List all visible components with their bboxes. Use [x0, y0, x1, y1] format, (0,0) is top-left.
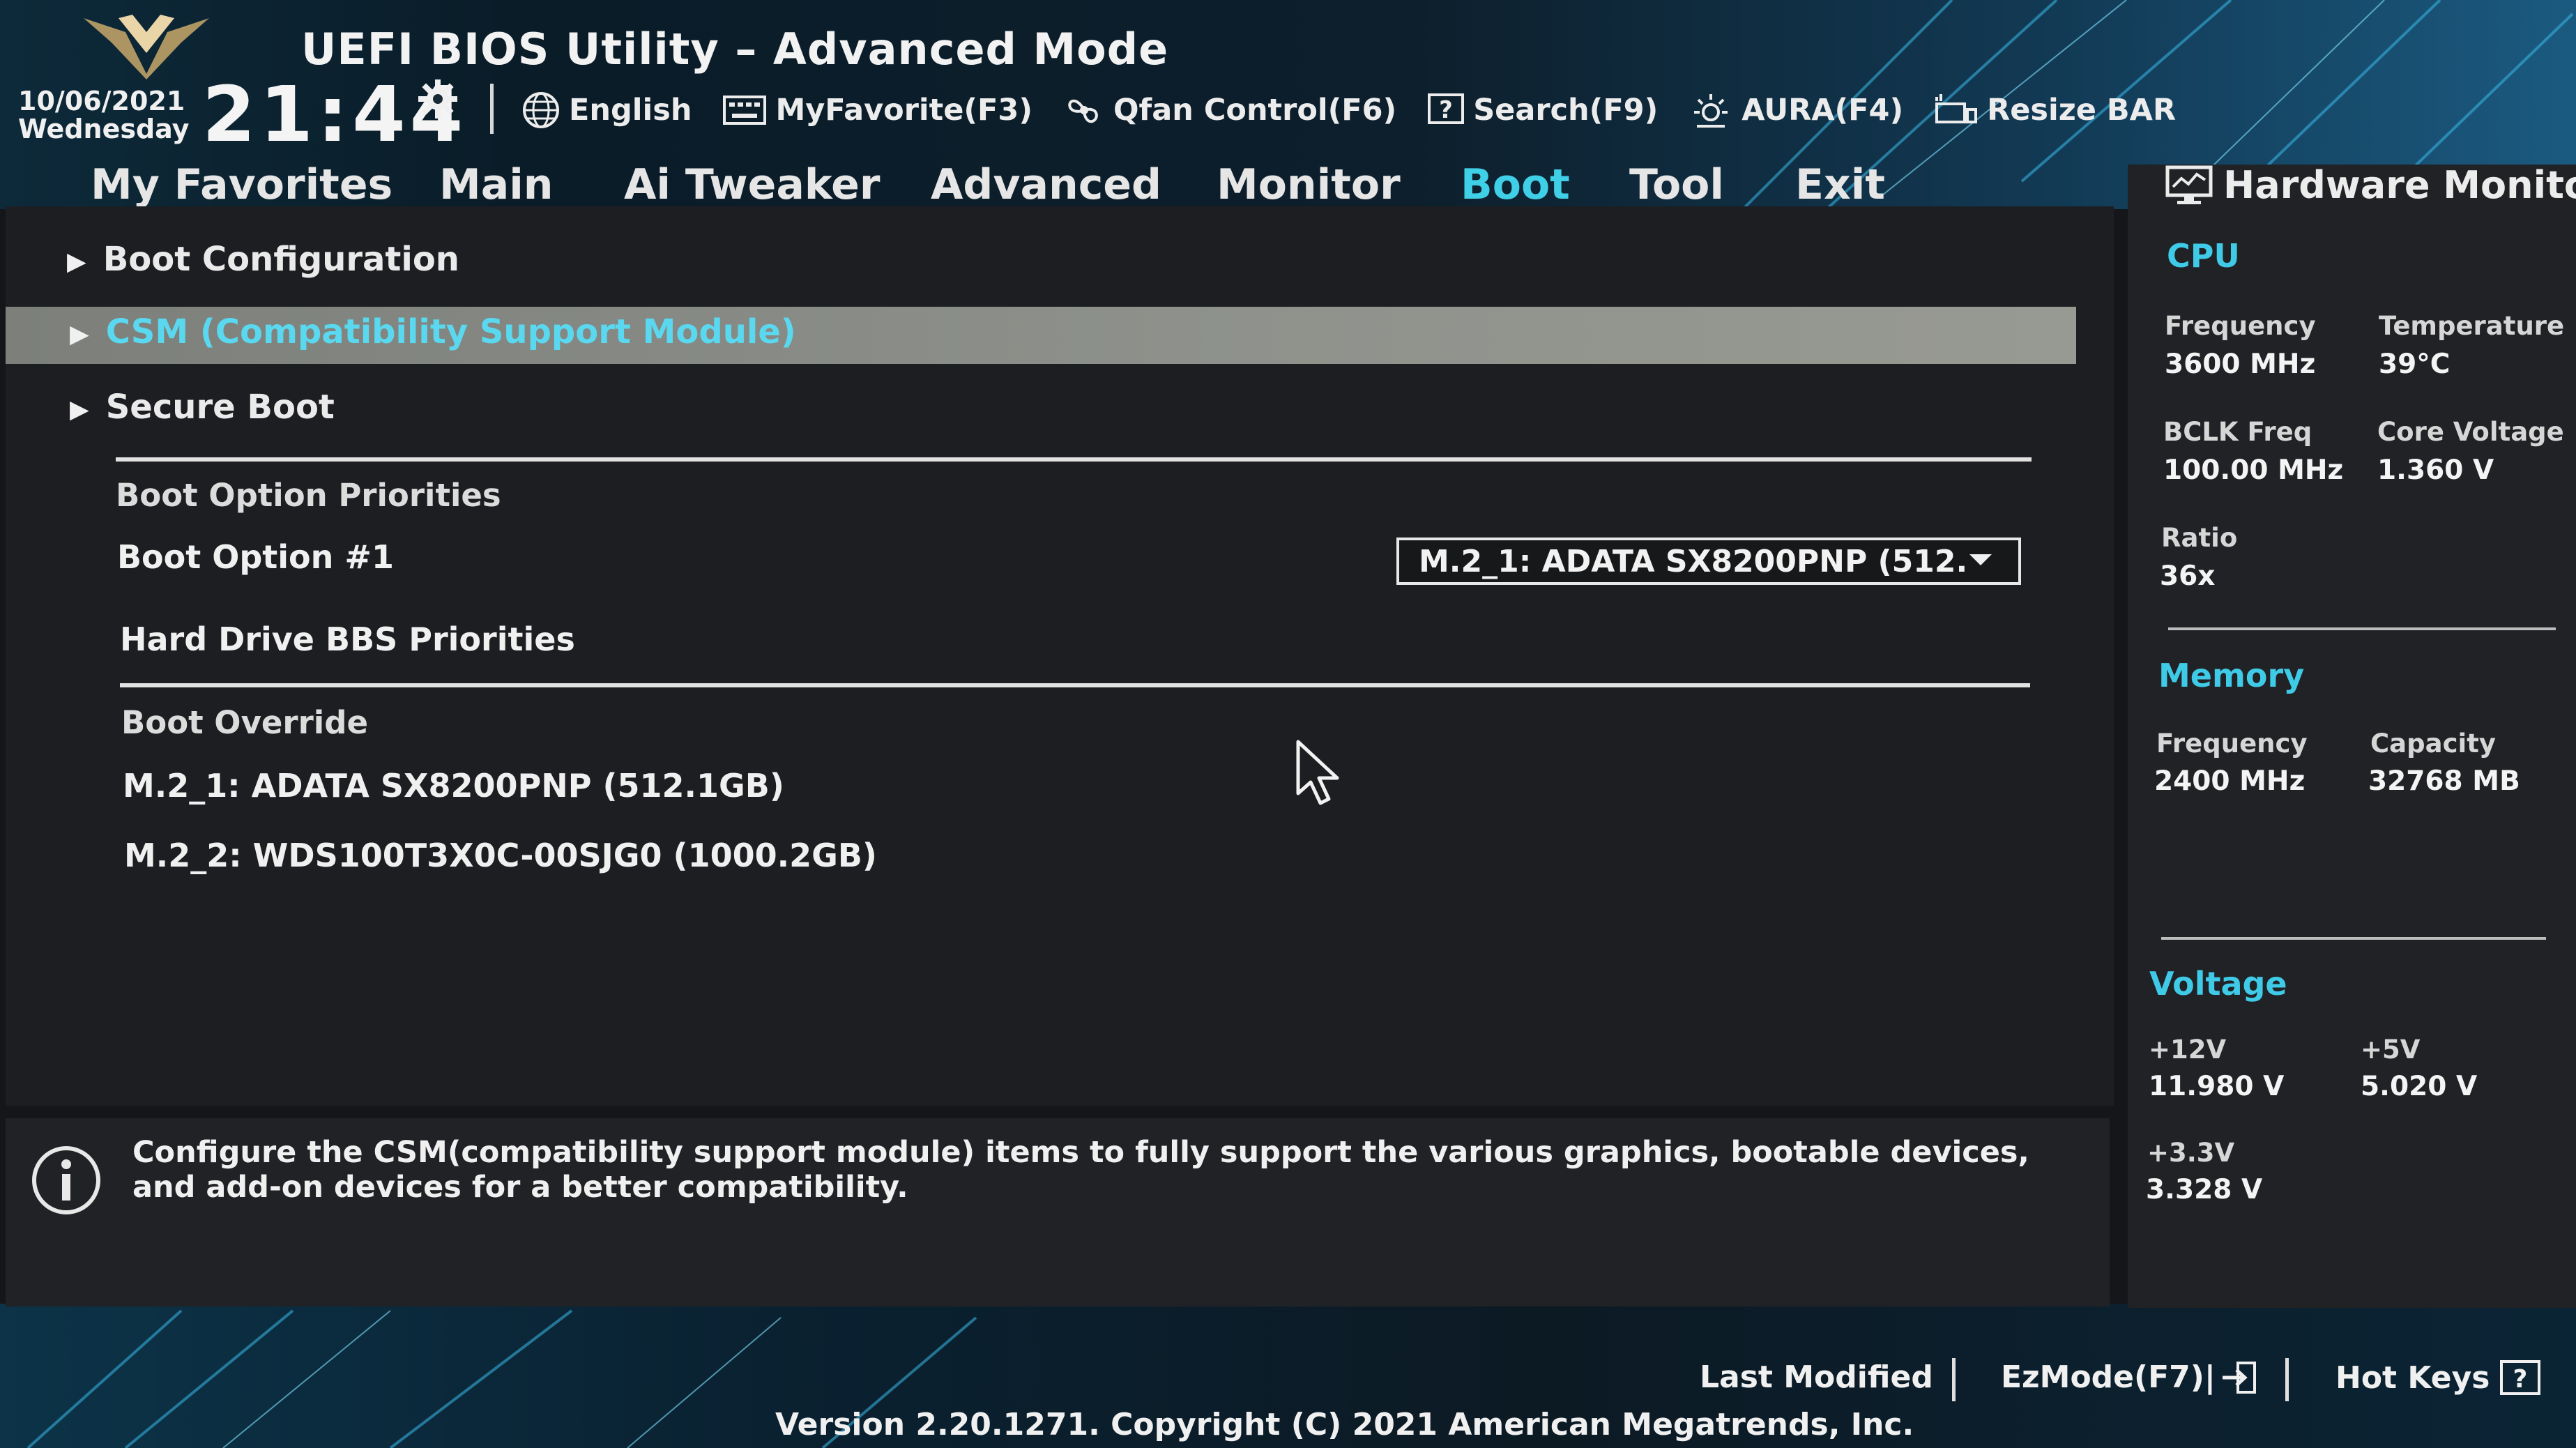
hard-drive-bbs-priorities[interactable]: Hard Drive BBS Priorities — [120, 620, 575, 658]
voltage-section-title: Voltage — [2149, 965, 2287, 1003]
cpu-temperature-label: Temperature — [2379, 311, 2565, 341]
section-divider — [120, 683, 2030, 687]
boot-override-device[interactable]: M.2_1: ADATA SX8200PNP (512.1GB) — [123, 767, 784, 805]
memory-section-title: Memory — [2158, 657, 2305, 694]
last-modified-button[interactable]: Last Modified — [1700, 1359, 1933, 1395]
memory-capacity-label: Capacity — [2370, 729, 2496, 759]
bclk-freq-label: BCLK Freq — [2163, 417, 2312, 447]
hot-keys-label: Hot Keys — [2335, 1359, 2490, 1396]
chevron-right-icon: ▶ — [70, 395, 89, 424]
boot-option-1-select[interactable]: M.2_1: ADATA SX8200PNP (512. — [1396, 538, 2021, 585]
chevron-right-icon: ▶ — [70, 319, 89, 349]
chevron-right-icon: ▶ — [67, 247, 86, 276]
boot-option-priorities-label: Boot Option Priorities — [116, 477, 501, 514]
cpu-temperature-value: 39°C — [2379, 349, 2451, 380]
aura-light-icon — [1694, 94, 1728, 128]
help-icon: ? — [2500, 1360, 2541, 1395]
footer-separator — [2285, 1358, 2289, 1401]
help-description: Configure the CSM(compatibility support … — [132, 1135, 2029, 1205]
ezmode-label: EzMode(F7)| — [2001, 1359, 2216, 1395]
boot-override-label: Boot Override — [121, 704, 368, 741]
v33-value: 3.328 V — [2146, 1174, 2263, 1205]
header-separator — [490, 84, 494, 134]
qfan-label: Qfan Control(F6) — [1113, 93, 1397, 128]
ratio-label: Ratio — [2161, 523, 2238, 553]
search-button[interactable]: ? Search(F9) — [1427, 93, 1658, 128]
help-search-icon: ? — [1428, 93, 1465, 124]
core-voltage-label: Core Voltage — [2377, 417, 2564, 447]
tab-ai-tweaker[interactable]: Ai Tweaker — [624, 160, 880, 209]
language-label: English — [569, 93, 692, 128]
date-display: 10/06/2021 Wednesday — [18, 87, 189, 143]
tuf-logo — [84, 15, 209, 79]
ratio-value: 36x — [2160, 561, 2216, 592]
monitor-divider — [2161, 937, 2546, 940]
search-label: Search(F9) — [1473, 93, 1659, 128]
top-toolbar: English MyFavorite(F3) Qfan Control(F6) … — [521, 89, 2207, 131]
date-value: 10/06/2021 — [18, 86, 185, 116]
resize-bar-icon — [1935, 94, 1978, 123]
submenu-label: CSM (Compatibility Support Module) — [105, 312, 796, 351]
submenu-boot-configuration[interactable]: ▶ Boot Configuration — [67, 240, 459, 279]
v12-label: +12V — [2149, 1035, 2227, 1065]
tab-tool[interactable]: Tool — [1629, 160, 1724, 209]
svg-text:?: ? — [1439, 96, 1453, 124]
submenu-secure-boot[interactable]: ▶ Secure Boot — [70, 388, 335, 427]
globe-icon — [523, 92, 559, 128]
hardware-monitor-title: Hardware Monitor — [2165, 163, 2576, 207]
monitor-divider — [2168, 627, 2556, 630]
tab-exit[interactable]: Exit — [1795, 160, 1885, 209]
bclk-freq-value: 100.00 MHz — [2163, 455, 2344, 486]
page-title: UEFI BIOS Utility – Advanced Mode — [301, 24, 1169, 75]
monitor-icon — [2165, 165, 2213, 204]
chevron-down-icon — [1969, 554, 1992, 565]
section-divider — [116, 457, 2032, 462]
tab-advanced[interactable]: Advanced — [931, 160, 1161, 209]
tab-monitor[interactable]: Monitor — [1217, 160, 1401, 209]
memory-capacity-value: 32768 MB — [2368, 765, 2520, 797]
tab-my-favorites[interactable]: My Favorites — [91, 160, 393, 209]
boot-option-1-label: Boot Option #1 — [117, 538, 394, 576]
keyboard-icon — [723, 96, 767, 125]
fan-icon — [1068, 99, 1098, 123]
exit-arrow-icon — [2222, 1361, 2256, 1394]
qfan-control-button[interactable]: Qfan Control(F6) — [1063, 91, 1396, 130]
boot-option-1-value: M.2_1: ADATA SX8200PNP (512. — [1419, 543, 1968, 579]
myfavorite-button[interactable]: MyFavorite(F3) — [722, 93, 1032, 128]
cpu-section-title: CPU — [2167, 237, 2240, 275]
submenu-label: Secure Boot — [105, 388, 335, 427]
core-voltage-value: 1.360 V — [2377, 455, 2494, 486]
boot-override-device[interactable]: M.2_2: WDS100T3X0C-00SJG0 (1000.2GB) — [124, 837, 877, 874]
gear-icon[interactable] — [417, 78, 459, 120]
memory-frequency-value: 2400 MHz — [2154, 765, 2306, 797]
aura-button[interactable]: AURA(F4) — [1689, 91, 1903, 129]
footer-separator — [1952, 1358, 1956, 1401]
language-button[interactable]: English — [521, 91, 692, 130]
resize-bar-label: Resize BAR — [1987, 93, 2177, 128]
myfavorite-label: MyFavorite(F3) — [775, 93, 1032, 128]
mouse-cursor-icon — [1296, 740, 1339, 805]
weekday-value: Wednesday — [18, 114, 190, 144]
v5-label: +5V — [2361, 1035, 2421, 1065]
aura-label: AURA(F4) — [1742, 93, 1904, 128]
ezmode-button[interactable]: EzMode(F7)| — [2001, 1359, 2257, 1395]
submenu-label: Boot Configuration — [102, 240, 459, 279]
svg-text:?: ? — [2513, 1365, 2528, 1394]
memory-frequency-label: Frequency — [2156, 729, 2308, 759]
hot-keys-button[interactable]: Hot Keys ? — [2335, 1359, 2541, 1396]
resize-bar-button[interactable]: Resize BAR — [1934, 91, 2176, 129]
cpu-frequency-value: 3600 MHz — [2165, 349, 2316, 380]
v12-value: 11.980 V — [2149, 1071, 2285, 1102]
info-icon — [32, 1146, 100, 1214]
v5-value: 5.020 V — [2361, 1071, 2478, 1102]
tab-boot[interactable]: Boot — [1461, 160, 1570, 209]
tab-main[interactable]: Main — [439, 160, 553, 209]
version-copyright: Version 2.20.1271. Copyright (C) 2021 Am… — [775, 1407, 1914, 1442]
submenu-csm[interactable]: ▶ CSM (Compatibility Support Module) — [70, 312, 796, 351]
hardware-monitor-label: Hardware Monitor — [2223, 163, 2576, 207]
cpu-frequency-label: Frequency — [2165, 311, 2316, 341]
v33-label: +3.3V — [2147, 1138, 2235, 1168]
